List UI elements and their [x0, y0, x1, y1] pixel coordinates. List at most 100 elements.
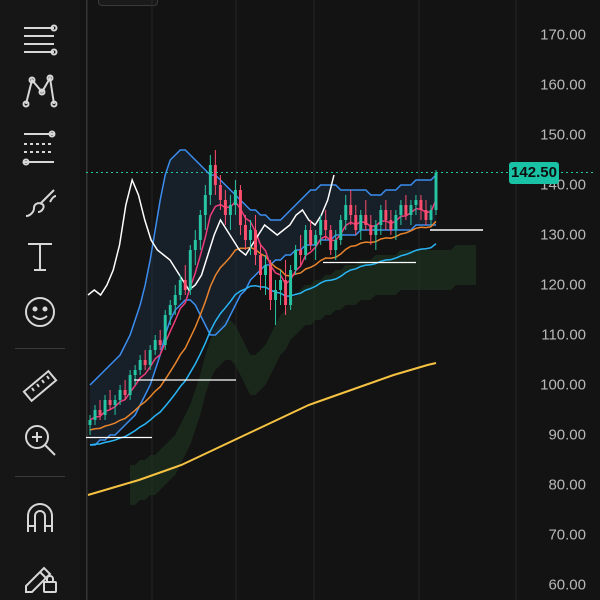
patterns-tool[interactable] — [15, 68, 65, 112]
candle-body — [269, 265, 273, 300]
patterns-icon — [22, 74, 58, 108]
candle-body — [133, 370, 137, 375]
candle-body — [153, 340, 157, 350]
candle-body — [414, 200, 418, 205]
candle-body — [394, 215, 398, 230]
candle-body — [369, 225, 373, 235]
candle-body — [364, 215, 368, 225]
candle-body — [183, 280, 187, 290]
magnet-icon — [27, 503, 53, 532]
candle-body — [374, 225, 378, 235]
lock-drawings-tool[interactable] — [15, 552, 65, 596]
price-tick: 110.00 — [541, 326, 586, 344]
candle-body — [284, 280, 288, 305]
fib-tools-icon — [22, 130, 56, 166]
candle-body — [259, 255, 262, 275]
candle-body — [329, 230, 333, 250]
candle-body — [319, 220, 323, 235]
candle-body — [429, 210, 433, 220]
candle-body — [128, 375, 132, 395]
price-tick: 170.00 — [540, 26, 586, 44]
candle-body — [238, 190, 242, 225]
candle-body — [98, 410, 102, 415]
trend-lines-tool[interactable] — [15, 16, 65, 60]
candle-body — [253, 230, 257, 255]
toolbar-divider — [15, 476, 65, 477]
candle-body — [304, 230, 308, 255]
candle-body — [138, 360, 142, 370]
candle-body — [168, 305, 172, 315]
fib-tools-tool[interactable] — [15, 124, 65, 168]
magnet-tool[interactable] — [15, 496, 65, 540]
candle-body — [248, 230, 252, 240]
candle-body — [379, 210, 383, 225]
candle-body — [218, 185, 222, 200]
candle-body — [148, 350, 152, 365]
ruler-icon — [22, 369, 58, 403]
zoom-in-tool[interactable] — [15, 418, 65, 462]
candle-body — [279, 280, 283, 290]
candle-body — [424, 210, 428, 220]
trend-lines-icon — [24, 24, 58, 56]
price-axis[interactable]: 170.00 160.00 150.00 140.00 130.00 120.00 110.… — [513, 0, 600, 600]
lock-drawings-icon — [25, 566, 57, 593]
candle-body — [88, 420, 92, 425]
candle-body — [294, 250, 298, 270]
candle-body — [264, 265, 267, 275]
candle-body — [289, 270, 293, 305]
candle-body — [188, 250, 192, 290]
candle-body — [118, 390, 122, 400]
candle-body — [349, 205, 353, 215]
candle-body — [113, 400, 117, 405]
price-tick: 60.00 — [548, 576, 586, 594]
emoji-tool[interactable] — [15, 290, 65, 334]
text-tool[interactable] — [15, 234, 65, 278]
candle-body — [213, 165, 217, 185]
candle-body — [309, 230, 313, 245]
candle-body — [324, 220, 328, 230]
ruler-tool[interactable] — [15, 364, 65, 408]
price-tick: 120.00 — [540, 276, 586, 294]
candle-body — [163, 315, 167, 345]
candle-body — [173, 295, 177, 305]
candle-body — [299, 250, 303, 255]
candle-body — [384, 210, 388, 220]
candle-body — [158, 340, 162, 345]
candle-body — [354, 215, 358, 230]
candle-body — [404, 205, 408, 215]
candle-body — [344, 205, 348, 220]
price-tick: 130.00 — [540, 226, 586, 244]
emoji-icon — [25, 297, 55, 327]
candle-body — [123, 390, 127, 395]
candle-body — [93, 410, 97, 420]
candle-body — [198, 215, 202, 240]
candle-body — [208, 165, 212, 195]
price-tick: 160.00 — [540, 76, 586, 94]
candle-body — [103, 400, 107, 415]
candle-body — [143, 360, 147, 365]
brush-icon — [25, 189, 57, 217]
candle-body — [389, 220, 393, 230]
drawing-toolbar — [0, 0, 80, 600]
candle-body — [274, 290, 278, 300]
candle-body — [314, 235, 318, 245]
brush-tool[interactable] — [15, 180, 65, 224]
last-price-label: 142.50 — [509, 161, 559, 184]
candle-body — [399, 205, 403, 215]
bollinger-bands — [89, 149, 437, 446]
candle-body — [409, 205, 413, 215]
price-tick: 90.00 — [548, 426, 586, 444]
candle-body — [339, 220, 343, 240]
candle-body — [203, 195, 207, 215]
toolbar-divider — [15, 348, 65, 349]
candle-body — [223, 200, 227, 215]
text-tool-icon — [28, 243, 52, 271]
candle-body — [193, 240, 197, 250]
price-tick: 100.00 — [540, 376, 586, 394]
candle-body — [228, 205, 232, 215]
candle-body — [434, 172, 438, 210]
price-tick: 80.00 — [548, 476, 586, 494]
price-tick: 70.00 — [548, 526, 586, 544]
candle-body — [359, 215, 363, 230]
candle-body — [419, 200, 423, 210]
